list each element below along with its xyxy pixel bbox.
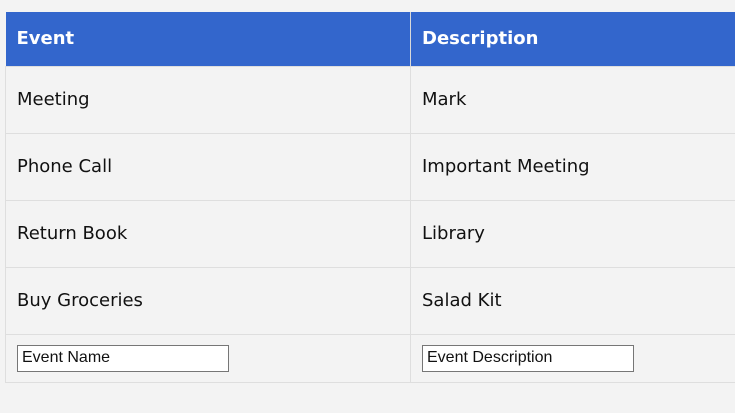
description-cell: Salad Kit [410,266,735,334]
header-event: Event [5,12,411,66]
event-cell: Buy Groceries [5,266,411,334]
table-row: Buy Groceries Salad Kit [5,266,735,334]
table-row: Return Book Library [5,199,735,267]
table-row: Meeting Mark [5,65,735,133]
event-input-cell [5,333,411,383]
header-description: Description [410,12,735,66]
events-table-container: Event Description Meeting Mark Phone Cal… [5,12,735,383]
new-event-row [5,333,735,383]
event-cell: Meeting [5,65,411,133]
events-table: Event Description Meeting Mark Phone Cal… [5,12,735,383]
event-cell: Phone Call [5,132,411,200]
event-name-input[interactable] [17,344,229,372]
event-description-input[interactable] [422,344,634,372]
event-cell: Return Book [5,199,411,267]
description-cell: Important Meeting [410,132,735,200]
table-header-row: Event Description [5,12,735,66]
description-input-cell [410,333,735,383]
description-cell: Mark [410,65,735,133]
description-cell: Library [410,199,735,267]
table-row: Phone Call Important Meeting [5,132,735,200]
